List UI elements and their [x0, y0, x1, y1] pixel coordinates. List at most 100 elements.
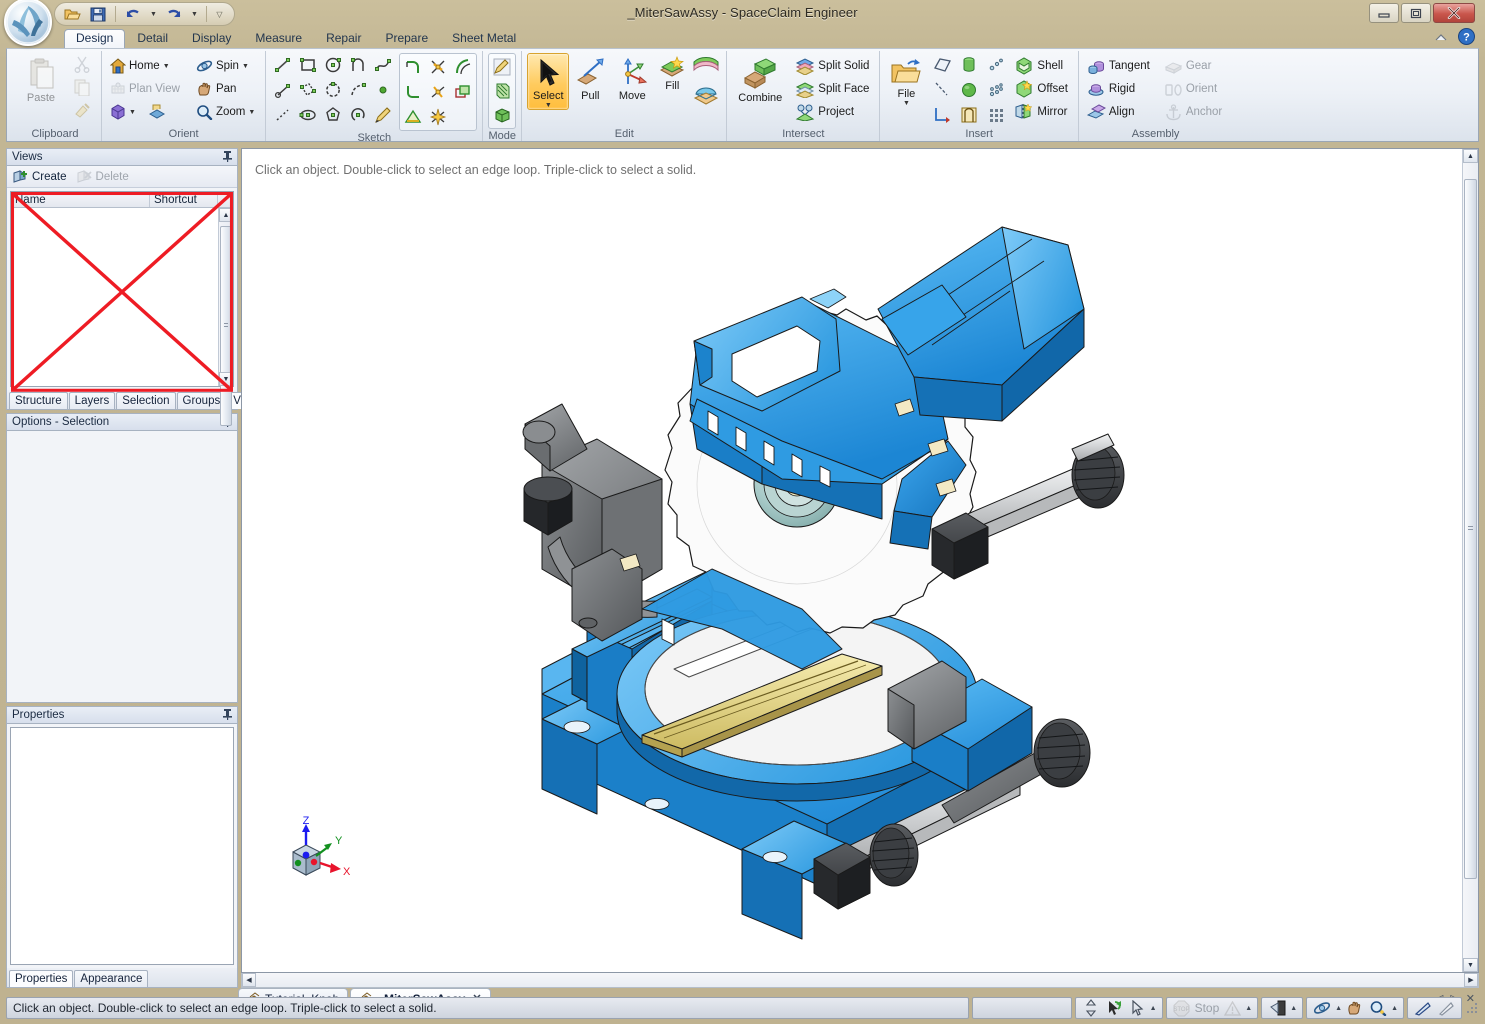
mirror-button[interactable]: Mirror: [1011, 101, 1072, 123]
pull-button[interactable]: Pull: [570, 53, 610, 103]
line-tangent-icon[interactable]: [271, 78, 295, 102]
orient-button[interactable]: Align: [1084, 101, 1155, 123]
dim-arrow-icon[interactable]: [1436, 999, 1456, 1017]
scroll-up-button[interactable]: ▲: [219, 208, 233, 222]
section-view-icon[interactable]: [1267, 999, 1287, 1017]
magnifier-icon[interactable]: [1368, 999, 1388, 1017]
create-view-button[interactable]: Create: [13, 170, 67, 184]
ribbon-tab-prepare[interactable]: Prepare: [373, 29, 440, 48]
trim-away-icon[interactable]: [426, 55, 450, 79]
point-cloud-icon[interactable]: [984, 53, 1008, 77]
warning-icon[interactable]: [1222, 999, 1242, 1017]
pin-icon-properties[interactable]: [222, 708, 233, 723]
blend-surface-icon[interactable]: [691, 81, 721, 109]
align-button[interactable]: Rigid: [1084, 78, 1155, 100]
split-curve-icon[interactable]: [426, 80, 450, 104]
view-book-icon[interactable]: [148, 103, 166, 122]
spin-dropdown-icon[interactable]: ▼: [242, 63, 249, 70]
stop-icon[interactable]: STOP: [1172, 999, 1192, 1017]
tab-structure[interactable]: Structure: [9, 392, 68, 409]
graphics-viewport[interactable]: Click an object. Double-click to select …: [241, 148, 1479, 973]
views-grid-body[interactable]: ▲ ▼: [11, 208, 233, 386]
pan-hand-icon[interactable]: [1345, 999, 1365, 1017]
tab-appearance[interactable]: Appearance: [74, 970, 148, 987]
section-dropdown-icon[interactable]: ▲: [1290, 1005, 1297, 1012]
viewport-hscroll-track[interactable]: [256, 973, 1464, 987]
circle-icon[interactable]: [321, 53, 345, 77]
sketch-arrow-icon[interactable]: [1413, 999, 1433, 1017]
cut-button[interactable]: [70, 53, 96, 75]
miter-saw-model[interactable]: ROTATION: [242, 149, 1447, 959]
tab-groups[interactable]: Groups: [177, 392, 227, 409]
cursor-arrow-icon[interactable]: [1127, 999, 1147, 1017]
axis-icon[interactable]: [930, 78, 954, 102]
customize-qat-icon[interactable]: ▽: [213, 4, 226, 24]
ribbon-tab-display[interactable]: Display: [180, 29, 243, 48]
cylinder-icon[interactable]: [957, 53, 981, 77]
maximize-button[interactable]: [1401, 3, 1431, 23]
minimize-button[interactable]: [1369, 3, 1399, 23]
views-grid-scrollbar[interactable]: ▲ ▼: [218, 208, 233, 386]
viewport-scroll-left-button[interactable]: ◀: [242, 973, 256, 987]
plan-view-button[interactable]: Plan View: [107, 78, 185, 100]
ribbon-tab-measure[interactable]: Measure: [243, 29, 314, 48]
plane-icon[interactable]: [930, 53, 954, 77]
format-painter-button[interactable]: [70, 99, 96, 121]
polygon-icon[interactable]: [321, 103, 345, 127]
viewport-scroll-track[interactable]: [1463, 163, 1478, 958]
intersect-curve-icon[interactable]: [426, 105, 450, 129]
sketch-points-icon[interactable]: [957, 103, 981, 127]
create-layout-icon[interactable]: [401, 105, 425, 129]
combine-button[interactable]: Combine: [732, 53, 788, 105]
arc-3point-icon[interactable]: [321, 78, 345, 102]
ellipse-icon[interactable]: [296, 103, 320, 127]
split-face-button[interactable]: Split Face: [792, 78, 874, 100]
sketch-mode-icon[interactable]: [490, 55, 514, 79]
column-header-shortcut[interactable]: Shortcut: [150, 192, 218, 207]
zoom-dropdown-icon-status[interactable]: ▲: [1391, 1005, 1398, 1012]
pattern-radial-icon[interactable]: [984, 78, 1008, 102]
fillet-corner-icon[interactable]: [401, 80, 425, 104]
arc-sweep-icon[interactable]: [346, 78, 370, 102]
rigid-button[interactable]: Gear: [1161, 55, 1227, 77]
views-grid[interactable]: Name Shortcut ▲ ▼: [10, 191, 234, 387]
file-dropdown-icon[interactable]: ▼: [903, 100, 910, 107]
offset-curve-icon[interactable]: [451, 55, 475, 79]
origin-axis-icon[interactable]: [930, 103, 954, 127]
ribbon-tab-repair[interactable]: Repair: [314, 29, 373, 48]
viewport-scroll-down-button[interactable]: ▼: [1463, 958, 1478, 972]
gear-button[interactable]: Orient: [1161, 78, 1227, 100]
window-resize-grip[interactable]: [1465, 1001, 1479, 1015]
rect-3point-icon[interactable]: [296, 78, 320, 102]
zoom-dropdown-icon[interactable]: ▼: [248, 109, 255, 116]
pan-button[interactable]: Pan: [193, 78, 260, 100]
isometric-dropdown-icon[interactable]: ▼: [129, 109, 136, 116]
sketch-pencil-icon[interactable]: [371, 103, 395, 127]
redo-icon[interactable]: [163, 4, 185, 24]
select-dropdown-icon[interactable]: ▼: [545, 102, 552, 109]
tangent-button[interactable]: Tangent: [1084, 55, 1155, 77]
options-panel-body[interactable]: [6, 431, 238, 703]
undo-icon[interactable]: [122, 4, 144, 24]
stop-dropdown-icon[interactable]: ▲: [1245, 1005, 1252, 1012]
file-button[interactable]: File ▼: [885, 53, 927, 108]
viewport-vertical-scrollbar[interactable]: ▲ ▼: [1462, 149, 1478, 972]
ribbon-tab-sheet-metal[interactable]: Sheet Metal: [440, 29, 528, 48]
undo-dropdown-icon[interactable]: ▼: [148, 4, 159, 24]
viewport-scroll-thumb[interactable]: [1464, 179, 1477, 879]
point-icon[interactable]: [371, 78, 395, 102]
scroll-down-button[interactable]: ▼: [219, 372, 233, 386]
project-to-sketch-icon[interactable]: [451, 80, 475, 104]
copy-button[interactable]: [70, 76, 96, 98]
tab-layers[interactable]: Layers: [69, 392, 116, 409]
line-icon[interactable]: [271, 53, 295, 77]
fill-button[interactable]: Fill: [654, 53, 690, 93]
project-button[interactable]: Project: [792, 101, 874, 123]
column-header-name[interactable]: Name: [11, 192, 150, 207]
spin-icon[interactable]: [1312, 999, 1332, 1017]
redo-dropdown-icon[interactable]: ▼: [189, 4, 200, 24]
spin-dropdown-icon[interactable]: ▲: [1335, 1005, 1342, 1012]
open-file-icon[interactable]: [61, 4, 83, 24]
scroll-thumb[interactable]: [220, 226, 232, 426]
construction-line-icon[interactable]: [271, 103, 295, 127]
